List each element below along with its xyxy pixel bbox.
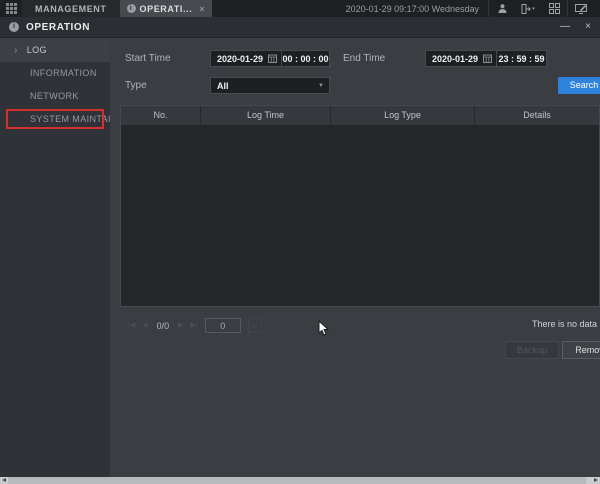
scroll-left-icon[interactable]: [2, 478, 6, 482]
calendar-icon[interactable]: [268, 54, 277, 63]
main-panel: Start Time 2020-01-29 00 : 00 : 00 End T…: [110, 38, 600, 477]
scrollbar-thumb[interactable]: [8, 477, 586, 484]
info-icon: i: [127, 4, 136, 13]
type-dropdown[interactable]: All ▼: [210, 77, 330, 94]
video-wall-icon[interactable]: [541, 0, 567, 17]
table-body-empty: [121, 125, 599, 306]
scroll-right-icon[interactable]: [594, 478, 598, 482]
start-date-value[interactable]: 2020-01-29: [211, 54, 263, 64]
tab-operation[interactable]: i OPERATI... ×: [120, 0, 213, 17]
minimize-icon[interactable]: —: [560, 22, 570, 32]
app-window: MANAGEMENT i OPERATI... × 2020-01-29 09:…: [0, 0, 600, 484]
sidebar-item-log[interactable]: › LOG: [0, 38, 110, 62]
backup-button[interactable]: Backup: [505, 341, 559, 359]
remove-button[interactable]: Remove: [562, 341, 600, 359]
tab-close-icon[interactable]: ×: [199, 4, 205, 14]
calendar-icon[interactable]: [483, 54, 492, 63]
sidebar-item-label: NETWORK: [30, 91, 79, 101]
chevron-right-icon: ›: [14, 45, 18, 56]
go-to-page-button[interactable]: →: [248, 318, 262, 333]
page-title: OPERATION: [26, 22, 90, 33]
type-label: Type: [125, 80, 147, 91]
end-time-value[interactable]: 23 : 59 : 59: [497, 54, 546, 64]
column-header-log-type[interactable]: Log Type: [331, 106, 475, 125]
last-page-button[interactable]: ▶|: [191, 318, 198, 333]
mouse-cursor: [318, 320, 330, 342]
end-datetime-input[interactable]: 2020-01-29 23 : 59 : 59: [425, 50, 547, 67]
prev-page-button[interactable]: ◀: [142, 318, 147, 333]
start-time-value[interactable]: 00 : 00 : 00: [282, 54, 329, 64]
end-date-value[interactable]: 2020-01-29: [426, 54, 478, 64]
page-number-input[interactable]: [205, 318, 241, 333]
info-icon: i: [9, 22, 19, 32]
sidebar: ›LOG INFORMATION NETWORK SYSTEM MAINTAIN: [0, 38, 110, 477]
log-table: No. Log Time Log Type Details: [120, 105, 600, 307]
app-menu-grid-icon[interactable]: [0, 0, 22, 17]
start-datetime-input[interactable]: 2020-01-29 00 : 00 : 00: [210, 50, 330, 67]
first-page-button[interactable]: |◀: [128, 318, 135, 333]
sidebar-item-label: LOG: [27, 45, 47, 55]
pagination: |◀ ◀ 0/0 ▶ ▶| →: [128, 318, 262, 333]
tab-operation-label: OPERATI...: [140, 4, 193, 14]
close-icon[interactable]: ×: [585, 22, 591, 32]
horizontal-scrollbar[interactable]: [0, 477, 600, 484]
annotation-highlight-box: [6, 109, 104, 129]
search-button[interactable]: Search: [558, 77, 600, 94]
page-indicator: 0/0: [157, 321, 170, 331]
table-header: No. Log Time Log Type Details: [121, 106, 599, 125]
local-config-icon[interactable]: [568, 0, 594, 17]
type-selected-value: All: [211, 81, 229, 91]
user-icon[interactable]: [489, 0, 515, 17]
column-header-log-time[interactable]: Log Time: [201, 106, 331, 125]
start-time-label: Start Time: [125, 53, 171, 64]
sidebar-item-network[interactable]: NETWORK: [0, 85, 110, 108]
window-title-bar: i OPERATION — ×: [0, 17, 600, 38]
sidebar-item-information[interactable]: INFORMATION: [0, 62, 110, 85]
grid-icon: [6, 3, 17, 14]
system-datetime: 2020-01-29 09:17:00 Wednesday: [346, 4, 479, 14]
logout-icon[interactable]: ▾: [515, 0, 541, 17]
caret-down-icon: ▼: [318, 83, 324, 89]
no-data-status-text: There is no data: [532, 319, 597, 329]
tab-management[interactable]: MANAGEMENT: [22, 0, 120, 17]
next-page-button[interactable]: ▶: [178, 318, 183, 333]
end-time-label: End Time: [343, 53, 385, 64]
column-header-no[interactable]: No.: [121, 106, 201, 125]
caret-down-icon: ▾: [532, 6, 535, 12]
app-tab-bar: MANAGEMENT i OPERATI... × 2020-01-29 09:…: [0, 0, 600, 17]
column-header-details[interactable]: Details: [475, 106, 599, 125]
tab-management-label: MANAGEMENT: [35, 4, 107, 14]
sidebar-item-label: INFORMATION: [30, 68, 97, 78]
